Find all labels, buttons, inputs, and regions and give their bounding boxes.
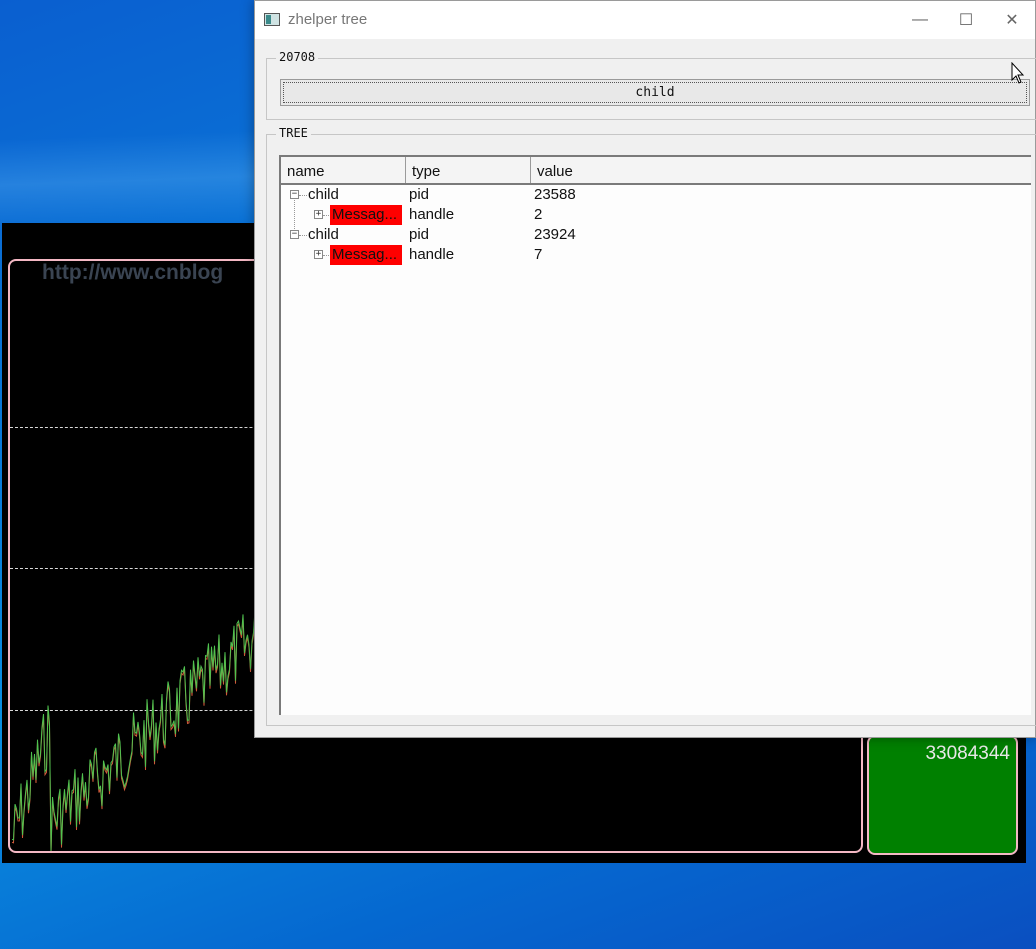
row-type: handle: [409, 206, 455, 223]
row-type: pid: [409, 226, 430, 243]
row-type: handle: [409, 246, 455, 263]
maximize-button[interactable]: ☐: [943, 1, 989, 39]
tree-row[interactable]: − child pid 23924: [281, 225, 1031, 245]
groupbox-tree: TREE name type value − child pid 23588 +…: [266, 126, 1036, 726]
window-title: zhelper tree: [288, 11, 368, 28]
row-value: 23588: [534, 186, 576, 203]
column-header-name[interactable]: name: [281, 157, 406, 183]
expand-icon[interactable]: +: [314, 250, 323, 259]
mouse-cursor-icon: [1011, 62, 1025, 84]
tree-row[interactable]: + Messag... handle 2: [281, 205, 1031, 225]
tree-row[interactable]: − child pid 23588: [281, 185, 1031, 205]
row-name: Messag...: [330, 205, 402, 225]
row-value: 7: [534, 246, 543, 263]
column-header-type[interactable]: type: [406, 157, 531, 183]
minimize-button[interactable]: —: [897, 1, 943, 39]
groupbox-label: 20708: [276, 50, 319, 64]
collapse-icon[interactable]: −: [290, 190, 299, 199]
row-value: 23924: [534, 226, 576, 243]
row-type: pid: [409, 186, 430, 203]
tree-row[interactable]: + Messag... handle 7: [281, 245, 1031, 265]
tree-view[interactable]: name type value − child pid 23588 + Mess…: [279, 155, 1031, 715]
child-button[interactable]: child: [280, 79, 1030, 106]
tree-header: name type value: [281, 157, 1031, 185]
row-name: child: [308, 186, 339, 203]
groupbox-label: TREE: [276, 126, 311, 140]
counter-box: 33084344: [867, 735, 1018, 855]
collapse-icon[interactable]: −: [290, 230, 299, 239]
app-icon: [264, 13, 280, 26]
expand-icon[interactable]: +: [314, 210, 323, 219]
row-name: child: [308, 226, 339, 243]
column-header-value[interactable]: value: [531, 157, 1031, 183]
close-button[interactable]: ✕: [989, 1, 1035, 39]
row-value: 2: [534, 206, 543, 223]
groupbox-20708: 20708 child: [266, 50, 1036, 120]
counter-value: 33084344: [925, 743, 1010, 764]
zhelper-tree-window: zhelper tree — ☐ ✕ 20708 child TREE name…: [254, 0, 1036, 738]
row-name: Messag...: [330, 245, 402, 265]
title-bar[interactable]: zhelper tree — ☐ ✕: [255, 1, 1035, 39]
